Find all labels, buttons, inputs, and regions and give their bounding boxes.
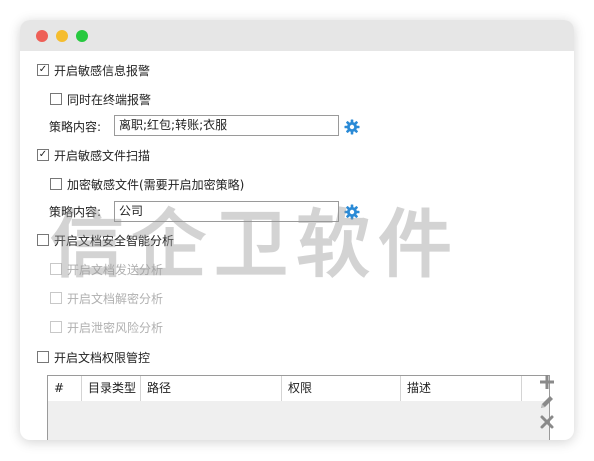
- edit-icon[interactable]: [539, 394, 555, 410]
- doc-security-option[interactable]: 开启文档安全智能分析: [37, 232, 174, 248]
- leak-risk-analysis-checkbox: [50, 321, 62, 333]
- leak-risk-analysis-label: 开启泄密风险分析: [67, 320, 164, 335]
- column-header-path[interactable]: 路径: [141, 376, 282, 401]
- column-header-permission[interactable]: 权限: [282, 376, 401, 401]
- doc-permission-label: 开启文档权限管控: [54, 350, 151, 365]
- doc-send-analysis-label: 开启文档发送分析: [67, 262, 164, 277]
- doc-send-analysis-option: 开启文档发送分析: [50, 261, 163, 277]
- doc-decrypt-analysis-label: 开启文档解密分析: [67, 291, 164, 306]
- encrypt-sensitive-checkbox[interactable]: [50, 178, 62, 190]
- column-header-description[interactable]: 描述: [401, 376, 522, 401]
- minimize-window-button[interactable]: [56, 30, 68, 42]
- doc-decrypt-analysis-option: 开启文档解密分析: [50, 290, 163, 306]
- table-header: # 目录类型 路径 权限 描述: [48, 376, 549, 401]
- delete-icon[interactable]: [539, 414, 555, 430]
- doc-permission-checkbox[interactable]: [37, 351, 49, 363]
- close-window-button[interactable]: [36, 30, 48, 42]
- sensitive-file-scan-label: 开启敏感文件扫描: [54, 148, 151, 163]
- info-policy-label: 策略内容:: [49, 120, 102, 134]
- sensitive-info-alert-option[interactable]: ✓ 开启敏感信息报警: [37, 62, 150, 78]
- title-bar: [20, 20, 574, 51]
- column-header-dir-type[interactable]: 目录类型: [82, 376, 141, 401]
- terminal-alert-checkbox[interactable]: [50, 93, 62, 105]
- terminal-alert-label: 同时在终端报警: [67, 92, 152, 107]
- encrypt-sensitive-option[interactable]: 加密敏感文件(需要开启加密策略): [50, 176, 244, 192]
- doc-security-checkbox[interactable]: [37, 234, 49, 246]
- encrypt-sensitive-label: 加密敏感文件(需要开启加密策略): [67, 177, 245, 192]
- sensitive-info-alert-checkbox[interactable]: ✓: [37, 64, 49, 76]
- maximize-window-button[interactable]: [76, 30, 88, 42]
- sensitive-file-scan-checkbox[interactable]: ✓: [37, 149, 49, 161]
- file-policy-input[interactable]: 公司: [114, 201, 339, 222]
- doc-send-analysis-checkbox: [50, 263, 62, 275]
- terminal-alert-option[interactable]: 同时在终端报警: [50, 91, 151, 107]
- doc-permission-option[interactable]: 开启文档权限管控: [37, 349, 150, 365]
- sensitive-info-alert-label: 开启敏感信息报警: [54, 63, 151, 78]
- column-header-index[interactable]: #: [48, 376, 82, 401]
- gear-icon[interactable]: [344, 204, 360, 220]
- file-policy-label: 策略内容:: [49, 205, 102, 219]
- sensitive-file-scan-option[interactable]: ✓ 开启敏感文件扫描: [37, 147, 150, 163]
- leak-risk-analysis-option: 开启泄密风险分析: [50, 319, 163, 335]
- permission-table[interactable]: # 目录类型 路径 权限 描述: [47, 375, 550, 440]
- doc-security-label: 开启文档安全智能分析: [54, 233, 175, 248]
- settings-window: ✓ 开启敏感信息报警 同时在终端报警 策略内容: 离职;红包;转账;衣服 ✓ 开…: [20, 20, 574, 440]
- info-policy-input[interactable]: 离职;红包;转账;衣服: [114, 115, 339, 136]
- doc-decrypt-analysis-checkbox: [50, 292, 62, 304]
- gear-icon[interactable]: [344, 119, 360, 135]
- add-icon[interactable]: [539, 374, 555, 390]
